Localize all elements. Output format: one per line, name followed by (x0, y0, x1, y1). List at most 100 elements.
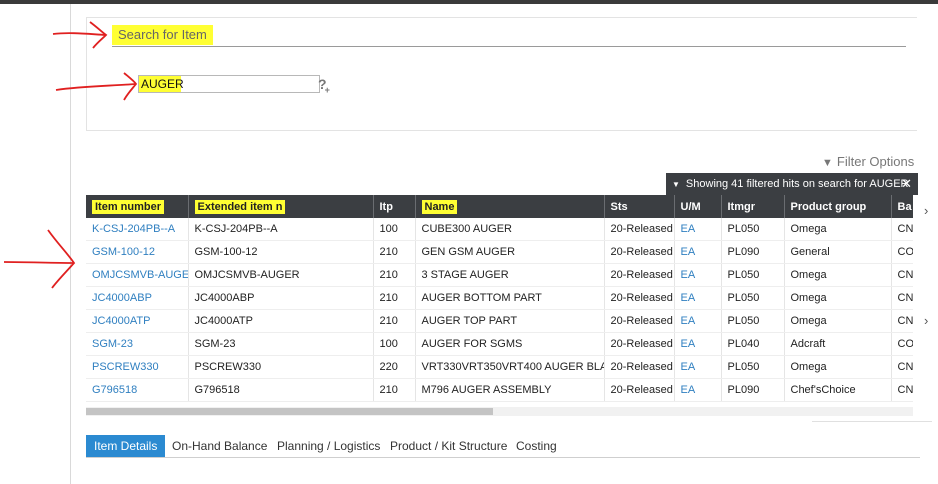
table-cell: CN (891, 378, 913, 402)
table-cell: Omega (784, 355, 892, 379)
table-cell: AUGER FOR SGMS (415, 332, 605, 356)
table-cell: 20-Released (604, 378, 675, 402)
table-cell: CN (891, 263, 913, 287)
table-cell: AUGER TOP PART (415, 309, 605, 333)
table-cell: 100 (373, 332, 416, 356)
table-cell: PL090 (721, 378, 785, 402)
table-header-row: Item number Extended item n Itp Name Sts… (86, 195, 913, 218)
item-table: Item number Extended item n Itp Name Sts… (86, 195, 913, 402)
table-cell: 210 (373, 286, 416, 310)
table-cell: PL050 (721, 286, 785, 310)
table-cell: VRT330VRT350VRT400 AUGER BLA (415, 355, 605, 379)
table-cell: 210 (373, 240, 416, 264)
column-header-itp[interactable]: Itp (373, 195, 416, 218)
table-cell: PSCREW330 (188, 355, 374, 379)
table-cell: Chef'sChoice (784, 378, 892, 402)
table-cell: JC4000ABP (188, 286, 374, 310)
top-toolbar-strip (0, 0, 938, 4)
column-header-um[interactable]: U/M (674, 195, 722, 218)
table-row[interactable]: K-CSJ-204PB--A K-CSJ-204PB--A 100 CUBE30… (86, 218, 913, 241)
table-cell: K-CSJ-204PB--A (188, 218, 374, 241)
table-row[interactable]: SGM-23 SGM-23 100 AUGER FOR SGMS 20-Rele… (86, 332, 913, 356)
search-title: Search for Item (112, 25, 213, 45)
table-cell: 210 (373, 263, 416, 287)
table-cell: Adcraft (784, 332, 892, 356)
table-row[interactable]: G796518 G796518 210 M796 AUGER ASSEMBLY … (86, 378, 913, 402)
table-cell: PL090 (721, 240, 785, 264)
search-input[interactable] (138, 75, 320, 93)
close-icon[interactable]: ✕ (901, 173, 912, 195)
table-cell: 100 (373, 218, 416, 241)
table-row[interactable]: PSCREW330 PSCREW330 220 VRT330VRT350VRT4… (86, 355, 913, 379)
table-cell: PL050 (721, 309, 785, 333)
um-link[interactable]: EA (674, 218, 722, 241)
table-cell: 20-Released (604, 332, 675, 356)
search-title-underline (112, 46, 906, 47)
table-cell: 20-Released (604, 309, 675, 333)
caret-down-icon: ▼ (672, 180, 680, 189)
left-divider (70, 4, 71, 484)
table-cell: PL050 (721, 355, 785, 379)
table-cell: 3 STAGE AUGER (415, 263, 605, 287)
item-number-link[interactable]: SGM-23 (86, 332, 189, 356)
column-header-name[interactable]: Name (415, 195, 605, 218)
column-header-itmgr[interactable]: Itmgr (721, 195, 785, 218)
column-header-product-group[interactable]: Product group (784, 195, 892, 218)
table-cell: CO (891, 240, 913, 264)
column-header-ba[interactable]: Ba (891, 195, 913, 218)
help-icon[interactable]: ?+ (318, 76, 332, 95)
table-cell: 20-Released (604, 218, 675, 241)
um-link[interactable]: EA (674, 355, 722, 379)
table-cell: GSM-100-12 (188, 240, 374, 264)
chevron-right-icon[interactable]: › (924, 203, 928, 218)
item-number-link[interactable]: GSM-100-12 (86, 240, 189, 264)
filtered-hits-badge: ▼ Showing 41 filtered hits on search for … (666, 173, 918, 195)
table-cell: PL040 (721, 332, 785, 356)
table-cell: 20-Released (604, 286, 675, 310)
item-number-link[interactable]: JC4000ATP (86, 309, 189, 333)
tabs-divider (86, 457, 920, 458)
column-header-item-number[interactable]: Item number (86, 195, 189, 218)
table-row[interactable]: OMJCSMVB-AUGER OMJCSMVB-AUGER 210 3 STAG… (86, 263, 913, 287)
table-cell: Omega (784, 286, 892, 310)
table-cell: 220 (373, 355, 416, 379)
item-number-link[interactable]: PSCREW330 (86, 355, 189, 379)
tab-product-kit-structure[interactable]: Product / Kit Structure (390, 435, 507, 457)
table-cell: CUBE300 AUGER (415, 218, 605, 241)
tab-planning-logistics[interactable]: Planning / Logistics (277, 435, 380, 457)
tab-item-details[interactable]: Item Details (86, 435, 166, 457)
annotation-arrow-3 (3, 229, 76, 289)
tab-costing[interactable]: Costing (516, 435, 557, 457)
column-header-extended-item[interactable]: Extended item n (188, 195, 374, 218)
table-cell: 20-Released (604, 240, 675, 264)
table-cell: OMJCSMVB-AUGER (188, 263, 374, 287)
table-cell: CN (891, 218, 913, 241)
filter-options-toggle[interactable]: ▼ Filter Options (822, 154, 914, 169)
table-cell: CO (891, 332, 913, 356)
table-cell: M796 AUGER ASSEMBLY (415, 378, 605, 402)
table-cell: AUGER BOTTOM PART (415, 286, 605, 310)
um-link[interactable]: EA (674, 378, 722, 402)
table-cell: GEN GSM AUGER (415, 240, 605, 264)
chevron-right-icon[interactable]: › (924, 313, 928, 328)
table-cell: 20-Released (604, 355, 675, 379)
item-number-link[interactable]: JC4000ABP (86, 286, 189, 310)
um-link[interactable]: EA (674, 286, 722, 310)
item-number-link[interactable]: G796518 (86, 378, 189, 402)
table-row[interactable]: GSM-100-12 GSM-100-12 210 GEN GSM AUGER … (86, 240, 913, 264)
item-number-link[interactable]: K-CSJ-204PB--A (86, 218, 189, 241)
um-link[interactable]: EA (674, 309, 722, 333)
table-cell: SGM-23 (188, 332, 374, 356)
table-row[interactable]: JC4000ATP JC4000ATP 210 AUGER TOP PART 2… (86, 309, 913, 333)
table-cell: 210 (373, 378, 416, 402)
um-link[interactable]: EA (674, 332, 722, 356)
item-number-link[interactable]: OMJCSMVB-AUGER (86, 263, 189, 287)
horizontal-scrollbar-thumb[interactable] (86, 408, 493, 415)
tab-on-hand-balance[interactable]: On-Hand Balance (172, 435, 267, 457)
table-row[interactable]: JC4000ABP JC4000ABP 210 AUGER BOTTOM PAR… (86, 286, 913, 310)
table-cell: PL050 (721, 218, 785, 241)
um-link[interactable]: EA (674, 240, 722, 264)
table-cell: PL050 (721, 263, 785, 287)
column-header-sts[interactable]: Sts (604, 195, 675, 218)
um-link[interactable]: EA (674, 263, 722, 287)
